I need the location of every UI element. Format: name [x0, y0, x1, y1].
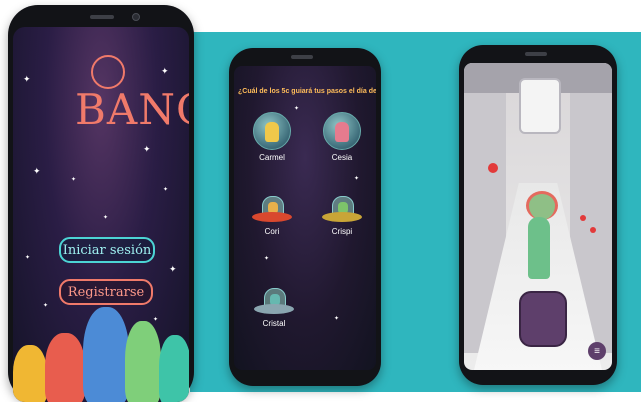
star-icon: ✦ [161, 66, 169, 76]
star-icon: ✦ [143, 144, 151, 154]
alarm-light [590, 227, 596, 233]
phone-scene: ≡ [459, 45, 617, 385]
character-name: Cori [264, 227, 280, 236]
character-select-screen: ¿Cuál de los 5c guiará tus pasos el día … [234, 66, 376, 370]
character-illustration [45, 333, 85, 402]
character-option-carmel[interactable]: Carmel [242, 112, 302, 162]
speaker-grille [291, 55, 313, 59]
star-icon: ✦ [334, 316, 340, 322]
backpack-item[interactable] [519, 291, 567, 347]
character-name: Crispi [331, 227, 353, 236]
logo-icon [91, 55, 125, 89]
question-text: ¿Cuál de los 5c guiará tus pasos el día … [238, 88, 376, 95]
character-illustration [159, 335, 189, 402]
star-icon: ✦ [43, 303, 49, 309]
character-option-cristal[interactable]: Cristal [244, 288, 304, 328]
hamburger-menu-icon[interactable]: ≡ [588, 342, 606, 360]
login-screen: ✦ ✦ ✦ ✦ ✦ ✦ ✦ ✦ ✦ ✦ ✦ BANG Iniciar sesió… [13, 27, 189, 402]
star-icon: ✦ [25, 255, 31, 261]
speaker-grille [90, 15, 114, 19]
phone-login: ✦ ✦ ✦ ✦ ✦ ✦ ✦ ✦ ✦ ✦ ✦ BANG Iniciar sesió… [8, 5, 194, 402]
astronaut-helmet-icon [323, 112, 361, 150]
character-illustration [13, 345, 47, 402]
star-icon: ✦ [169, 264, 177, 274]
star-icon: ✦ [294, 106, 300, 112]
character-body [528, 217, 550, 279]
alarm-light [580, 215, 586, 221]
character-head [526, 191, 558, 220]
login-button[interactable]: Iniciar sesión [59, 237, 155, 263]
spaceship-door[interactable] [519, 78, 561, 134]
star-icon: ✦ [163, 187, 169, 193]
register-button[interactable]: Registrarse [59, 279, 153, 305]
star-icon: ✦ [354, 176, 360, 182]
character-illustration [125, 321, 161, 402]
front-camera [132, 13, 140, 21]
alarm-light [488, 163, 498, 173]
ufo-icon [254, 288, 294, 316]
ufo-icon [252, 196, 292, 224]
star-icon: ✦ [264, 256, 270, 262]
game-scene-screen: ≡ [464, 63, 612, 370]
character-option-cori[interactable]: Cori [242, 196, 302, 236]
character-name: Cristal [262, 319, 286, 328]
astronaut-helmet-icon [253, 112, 291, 150]
star-icon: ✦ [33, 166, 41, 176]
star-icon: ✦ [153, 317, 159, 323]
character-illustration [83, 307, 129, 402]
star-icon: ✦ [71, 177, 77, 183]
app-logo: BANG [75, 85, 189, 134]
character-option-crispi[interactable]: Crispi [312, 196, 372, 236]
star-icon: ✦ [23, 74, 31, 84]
speaker-grille [525, 52, 547, 56]
ufo-icon [322, 196, 362, 224]
character-option-cesia[interactable]: Cesia [312, 112, 372, 162]
star-icon: ✦ [103, 215, 109, 221]
character-name: Cesia [331, 153, 353, 162]
character-name: Carmel [259, 153, 285, 162]
phone-character-select: ¿Cuál de los 5c guiará tus pasos el día … [229, 48, 381, 386]
